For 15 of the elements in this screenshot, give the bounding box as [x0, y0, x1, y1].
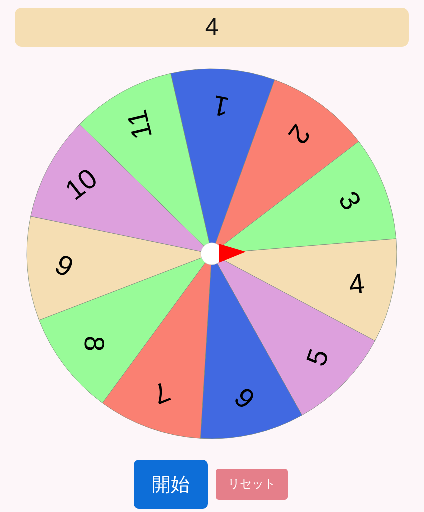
segment-label: 7 [148, 376, 175, 410]
segment-label: 10 [60, 162, 104, 206]
segment-label: 4 [348, 268, 366, 300]
segment-label: 5 [300, 345, 335, 370]
result-display: 4 [15, 8, 409, 47]
segment-label: 3 [332, 186, 368, 216]
segment-label: 9 [50, 248, 79, 284]
segment-label: 8 [78, 335, 110, 352]
segment-label: 11 [121, 107, 158, 143]
start-button[interactable]: 開始 [134, 460, 208, 509]
reset-button[interactable]: リセット [216, 469, 288, 500]
pointer-icon [219, 244, 246, 263]
segment-label: 1 [210, 90, 232, 123]
segment-label: 6 [228, 382, 262, 415]
segment-label: 2 [282, 119, 317, 150]
